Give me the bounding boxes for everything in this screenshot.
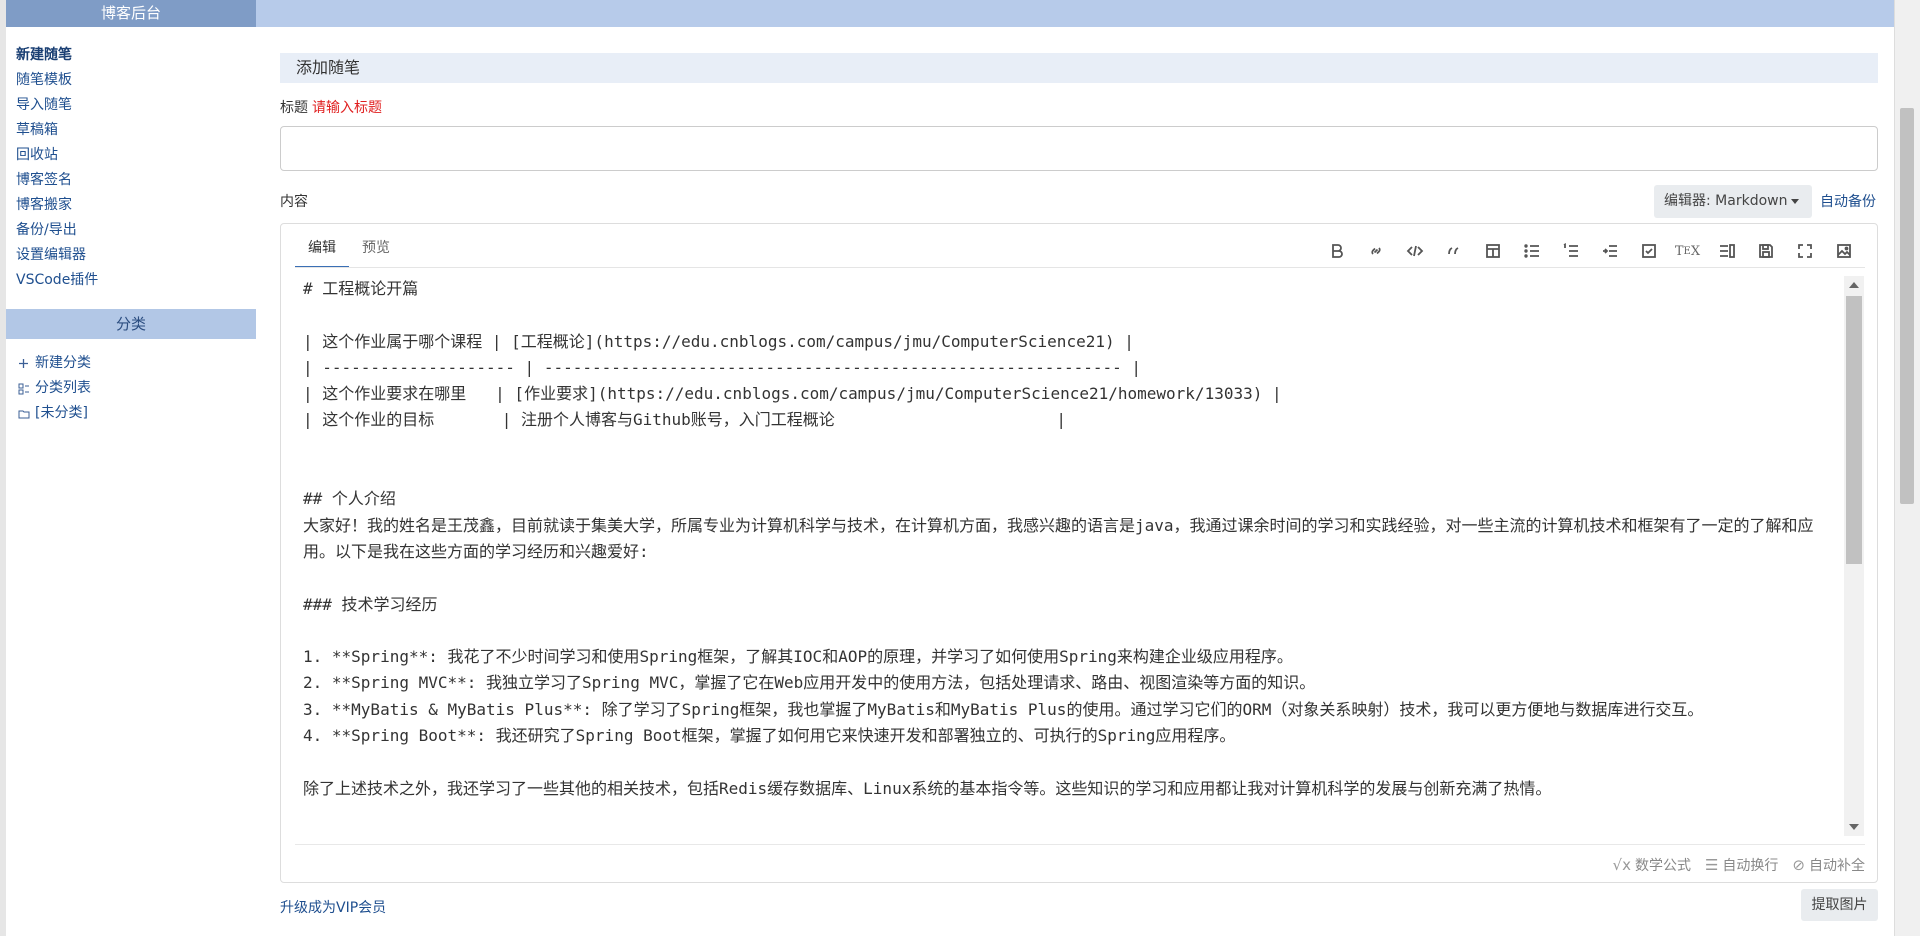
status-label: 自动换行	[1722, 858, 1779, 874]
title-warning: 请输入标题	[312, 100, 382, 116]
category-item-new[interactable]: 新建分类	[17, 351, 256, 376]
status-label: 自动补全	[1809, 858, 1865, 874]
category-item-label: 新建分类	[35, 355, 91, 371]
code-line: | -------------------- | ---------------…	[303, 357, 1142, 377]
plus-icon	[17, 357, 30, 370]
autocomplete-off-icon: ⊘	[1792, 856, 1805, 874]
sidebar-item-vscode-plugin[interactable]: VSCode插件	[16, 268, 256, 293]
category-item-label: [未分类]	[35, 405, 88, 421]
bold-icon[interactable]	[1317, 238, 1356, 264]
category-header: 分类	[6, 309, 256, 339]
category-item-label: 分类列表	[35, 380, 91, 396]
status-label: 数学公式	[1634, 858, 1691, 874]
link-icon[interactable]	[1356, 238, 1395, 264]
code-line: | 这个作业的目标 | 注册个人博客与Github账号，入门工程概论 |	[303, 410, 1066, 430]
tex-icon[interactable]: TEX	[1668, 238, 1707, 264]
code-line: 大家好！我的姓名是王茂鑫，目前就读于集美大学，所属专业为计算机科学与技术，在计算…	[303, 515, 1814, 561]
code-icon[interactable]	[1395, 238, 1434, 264]
page-scrollbar-thumb[interactable]	[1900, 108, 1914, 504]
extract-images-button[interactable]: 提取图片	[1801, 889, 1878, 921]
title-input[interactable]	[280, 126, 1878, 171]
main-panel: 添加随笔 标题 请输入标题 内容 编辑器: Markdown 自动备份 编辑 预览	[256, 27, 1894, 936]
editor-tabs: 编辑 预览	[295, 238, 403, 268]
code-line: ### 技术学习经历	[303, 594, 438, 614]
fullscreen-icon[interactable]	[1785, 238, 1824, 264]
sidebar-item-import-post[interactable]: 导入随笔	[16, 93, 256, 118]
numbered-list-icon[interactable]	[1551, 238, 1590, 264]
status-divider	[295, 844, 1865, 845]
indent-icon[interactable]	[1590, 238, 1629, 264]
quote-icon[interactable]	[1434, 238, 1473, 264]
code-line: | 这个作业要求在哪里 | [作业要求](https://edu.cnblogs…	[303, 384, 1282, 404]
sidebar-item-editor-settings[interactable]: 设置编辑器	[16, 243, 256, 268]
sidebar-item-post-template[interactable]: 随笔模板	[16, 68, 256, 93]
editor-toolbar: TEX	[1317, 238, 1863, 264]
vip-upgrade-link[interactable]: 升级成为VIP会员	[280, 897, 386, 917]
category-item-list[interactable]: 分类列表	[17, 376, 256, 401]
sidebar: 博客后台 新建随笔 随笔模板 导入随笔 草稿箱 回收站 博客签名 博客搬家 备份…	[0, 0, 256, 936]
folder-icon	[17, 407, 30, 420]
markdown-textarea[interactable]: # 工程概论开篇 | 这个作业属于哪个课程 | [工程概论](https://e…	[295, 276, 1841, 836]
page-scrollbar[interactable]	[1894, 0, 1920, 936]
checkbox-icon[interactable]	[1629, 238, 1668, 264]
auto-wrap-toggle[interactable]: ☰ 自动换行	[1705, 855, 1778, 875]
save-icon[interactable]	[1746, 238, 1785, 264]
sidebar-item-backup-export[interactable]: 备份/导出	[16, 218, 256, 243]
title-label: 标题 请输入标题	[280, 97, 382, 117]
bullet-list-icon[interactable]	[1512, 238, 1551, 264]
editor-select-dropdown[interactable]: 编辑器: Markdown	[1654, 185, 1812, 218]
sidebar-item-blog-move[interactable]: 博客搬家	[16, 193, 256, 218]
code-line: 除了上述技术之外，我还学习了一些其他的相关技术，包括Redis缓存数据库、Lin…	[303, 778, 1552, 798]
scroll-down-icon[interactable]	[1849, 824, 1859, 830]
code-line: 3. **MyBatis & MyBatis Plus**: 除了学习了Spri…	[303, 699, 1704, 719]
autocomplete-toggle[interactable]: ⊘ 自动补全	[1792, 855, 1865, 875]
tab-preview[interactable]: 预览	[349, 238, 403, 268]
sidebar-item-drafts[interactable]: 草稿箱	[16, 118, 256, 143]
list-icon	[17, 382, 30, 395]
editor-scrollbar-thumb[interactable]	[1846, 296, 1862, 564]
editor-scrollbar[interactable]	[1844, 276, 1864, 836]
sidebar-item-recycle-bin[interactable]: 回收站	[16, 143, 256, 168]
category-list: 新建分类 分类列表 [未分类]	[6, 339, 256, 426]
title-label-text: 标题	[280, 100, 308, 116]
top-bar	[256, 0, 1894, 27]
wrap-icon: ☰	[1704, 856, 1719, 874]
tab-edit[interactable]: 编辑	[295, 238, 349, 268]
sidebar-item-signature[interactable]: 博客签名	[16, 168, 256, 193]
category-item-uncategorized[interactable]: [未分类]	[17, 401, 256, 426]
code-line: # 工程概论开篇	[303, 279, 419, 298]
math-formula-toggle[interactable]: √x 数学公式	[1613, 855, 1691, 875]
code-line: ## 个人介绍	[303, 489, 396, 509]
code-line: 4. **Spring Boot**: 我还研究了Spring Boot框架，掌…	[303, 726, 1236, 746]
code-line: 2. **Spring MVC**: 我独立学习了Spring MVC，掌握了它…	[303, 673, 1316, 693]
image-icon[interactable]	[1824, 238, 1863, 264]
content-label: 内容	[280, 194, 308, 210]
code-line: | 这个作业属于哪个课程 | [工程概论](https://edu.cnblog…	[303, 331, 1134, 351]
scroll-up-icon[interactable]	[1849, 282, 1859, 288]
sqrt-icon: √x	[1612, 856, 1631, 874]
autosave-link[interactable]: 自动备份	[1820, 191, 1876, 211]
toc-icon[interactable]	[1707, 238, 1746, 264]
page-title: 添加随笔	[280, 53, 1878, 83]
chevron-down-icon	[1791, 198, 1800, 204]
editor-status-bar: √x 数学公式 ☰ 自动换行 ⊘ 自动补全	[1613, 855, 1865, 875]
sidebar-nav: 新建随笔 随笔模板 导入随笔 草稿箱 回收站 博客签名 博客搬家 备份/导出 设…	[6, 27, 256, 293]
table-icon[interactable]	[1473, 238, 1512, 264]
editor-select-label: 编辑器: Markdown	[1664, 193, 1788, 209]
code-line: 1. **Spring**: 我花了不少时间学习和使用Spring框架，了解其I…	[303, 647, 1293, 667]
tabs-divider	[295, 267, 1865, 268]
sidebar-item-new-post[interactable]: 新建随笔	[16, 43, 256, 68]
sidebar-header: 博客后台	[6, 0, 256, 27]
markdown-editor: 编辑 预览 T E X # 工程概论开篇 | 这个作业属于哪个课程 | [工程概…	[280, 223, 1878, 883]
